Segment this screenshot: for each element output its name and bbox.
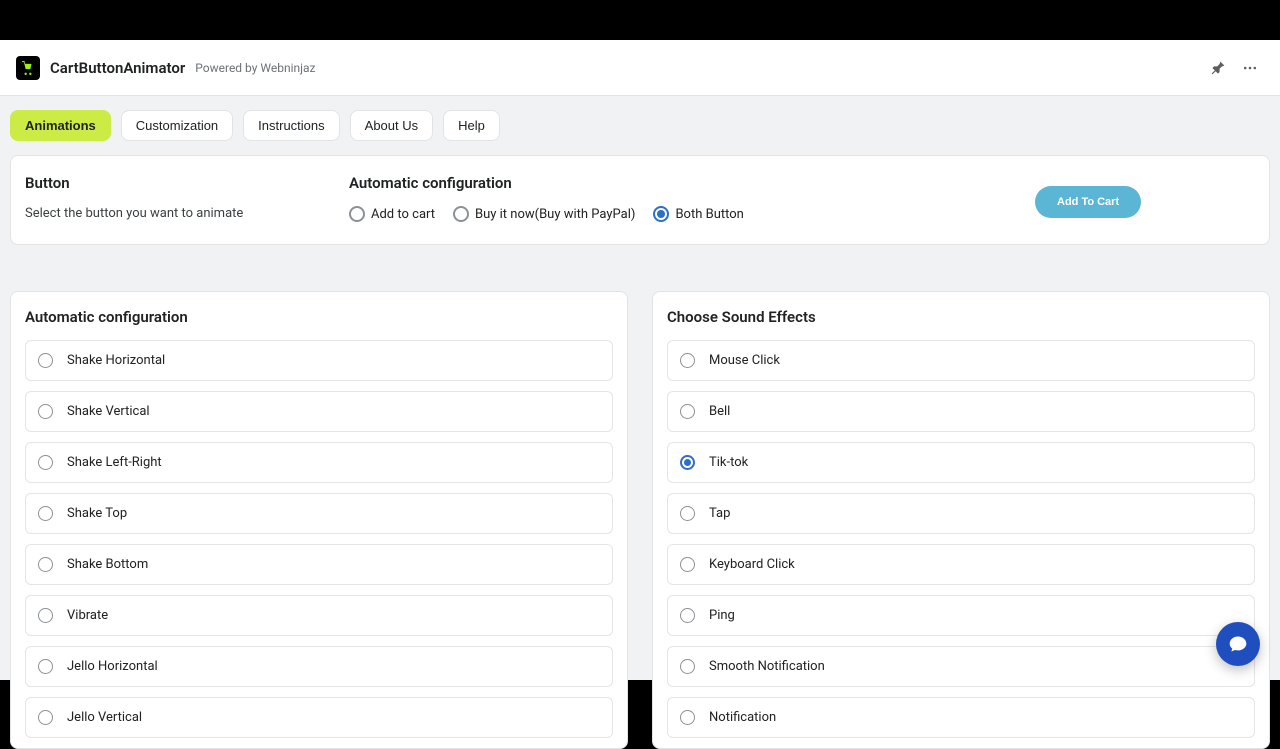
option-label: Shake Vertical bbox=[67, 404, 150, 419]
option-label: Notification bbox=[709, 710, 776, 725]
option-label: Shake Bottom bbox=[67, 557, 148, 572]
animation-option-shake-vertical[interactable]: Shake Vertical bbox=[25, 391, 613, 432]
sounds-panel: Choose Sound Effects Mouse Click Bell Ti… bbox=[652, 291, 1270, 749]
animations-panel-title: Automatic configuration bbox=[25, 308, 613, 326]
sound-option-notification[interactable]: Notification bbox=[667, 697, 1255, 738]
radio-icon bbox=[680, 455, 695, 470]
app-title: CartButtonAnimator bbox=[50, 59, 185, 77]
button-section-desc: Select the button you want to animate bbox=[25, 206, 325, 221]
option-label: Tap bbox=[709, 506, 730, 521]
animation-option-vibrate[interactable]: Vibrate bbox=[25, 595, 613, 636]
tab-about-us[interactable]: About Us bbox=[350, 110, 433, 141]
chat-widget-button[interactable] bbox=[1216, 622, 1260, 666]
radio-icon bbox=[38, 353, 53, 368]
option-label: Jello Horizontal bbox=[67, 659, 158, 674]
radio-icon bbox=[38, 404, 53, 419]
app-header: CartButtonAnimator Powered by Webninjaz bbox=[0, 40, 1280, 96]
option-label: Shake Left-Right bbox=[67, 455, 162, 470]
option-label: Smooth Notification bbox=[709, 659, 825, 674]
radio-label: Add to cart bbox=[371, 207, 435, 222]
tab-animations[interactable]: Animations bbox=[10, 110, 111, 141]
animation-option-shake-top[interactable]: Shake Top bbox=[25, 493, 613, 534]
animation-option-jello-vertical[interactable]: Jello Vertical bbox=[25, 697, 613, 738]
radio-label: Buy it now(Buy with PayPal) bbox=[475, 207, 635, 222]
radio-buy-it-now[interactable]: Buy it now(Buy with PayPal) bbox=[453, 206, 635, 222]
option-label: Tik-tok bbox=[709, 455, 748, 470]
pin-button[interactable] bbox=[1204, 54, 1232, 82]
sound-option-smooth-notification[interactable]: Smooth Notification bbox=[667, 646, 1255, 687]
sound-option-tap[interactable]: Tap bbox=[667, 493, 1255, 534]
preview-add-to-cart-button[interactable]: Add To Cart bbox=[1035, 186, 1141, 218]
chat-icon bbox=[1228, 634, 1248, 654]
radio-icon bbox=[38, 506, 53, 521]
app-logo-icon bbox=[16, 56, 40, 80]
radio-icon bbox=[38, 608, 53, 623]
sound-option-keyboard-click[interactable]: Keyboard Click bbox=[667, 544, 1255, 585]
radio-icon bbox=[680, 659, 695, 674]
radio-add-to-cart[interactable]: Add to cart bbox=[349, 206, 435, 222]
option-label: Vibrate bbox=[67, 608, 108, 623]
radio-icon bbox=[680, 557, 695, 572]
radio-both-button[interactable]: Both Button bbox=[653, 206, 743, 222]
sound-option-ping[interactable]: Ping bbox=[667, 595, 1255, 636]
sound-option-tik-tok[interactable]: Tik-tok bbox=[667, 442, 1255, 483]
option-label: Ping bbox=[709, 608, 735, 623]
auto-config-title: Automatic configuration bbox=[349, 174, 1011, 192]
option-label: Keyboard Click bbox=[709, 557, 795, 572]
button-section-title: Button bbox=[25, 174, 325, 192]
target-button-radio-group: Add to cart Buy it now(Buy with PayPal) … bbox=[349, 206, 1011, 222]
radio-icon bbox=[38, 455, 53, 470]
option-label: Mouse Click bbox=[709, 353, 780, 368]
tab-help[interactable]: Help bbox=[443, 110, 500, 141]
sounds-panel-title: Choose Sound Effects bbox=[667, 308, 1255, 326]
radio-label: Both Button bbox=[675, 207, 743, 222]
radio-icon bbox=[680, 353, 695, 368]
radio-icon bbox=[38, 659, 53, 674]
radio-icon bbox=[349, 206, 365, 222]
radio-icon bbox=[38, 710, 53, 725]
button-config-card: Button Select the button you want to ani… bbox=[10, 155, 1270, 245]
animation-option-shake-left-right[interactable]: Shake Left-Right bbox=[25, 442, 613, 483]
pin-icon bbox=[1210, 60, 1226, 76]
radio-icon bbox=[680, 404, 695, 419]
tab-instructions[interactable]: Instructions bbox=[243, 110, 339, 141]
radio-icon bbox=[680, 506, 695, 521]
option-label: Jello Vertical bbox=[67, 710, 142, 725]
radio-icon bbox=[680, 608, 695, 623]
more-icon bbox=[1242, 60, 1258, 76]
powered-by-text: Powered by Webninjaz bbox=[195, 61, 315, 75]
option-label: Shake Top bbox=[67, 506, 127, 521]
tabs: Animations Customization Instructions Ab… bbox=[0, 96, 1280, 149]
more-button[interactable] bbox=[1236, 54, 1264, 82]
sound-option-bell[interactable]: Bell bbox=[667, 391, 1255, 432]
radio-icon bbox=[38, 557, 53, 572]
animations-panel: Automatic configuration Shake Horizontal… bbox=[10, 291, 628, 749]
animation-option-shake-horizontal[interactable]: Shake Horizontal bbox=[25, 340, 613, 381]
tab-customization[interactable]: Customization bbox=[121, 110, 233, 141]
option-label: Shake Horizontal bbox=[67, 353, 165, 368]
radio-icon bbox=[653, 206, 669, 222]
animation-option-jello-horizontal[interactable]: Jello Horizontal bbox=[25, 646, 613, 687]
animation-option-shake-bottom[interactable]: Shake Bottom bbox=[25, 544, 613, 585]
option-label: Bell bbox=[709, 404, 730, 419]
radio-icon bbox=[453, 206, 469, 222]
sound-option-mouse-click[interactable]: Mouse Click bbox=[667, 340, 1255, 381]
radio-icon bbox=[680, 710, 695, 725]
